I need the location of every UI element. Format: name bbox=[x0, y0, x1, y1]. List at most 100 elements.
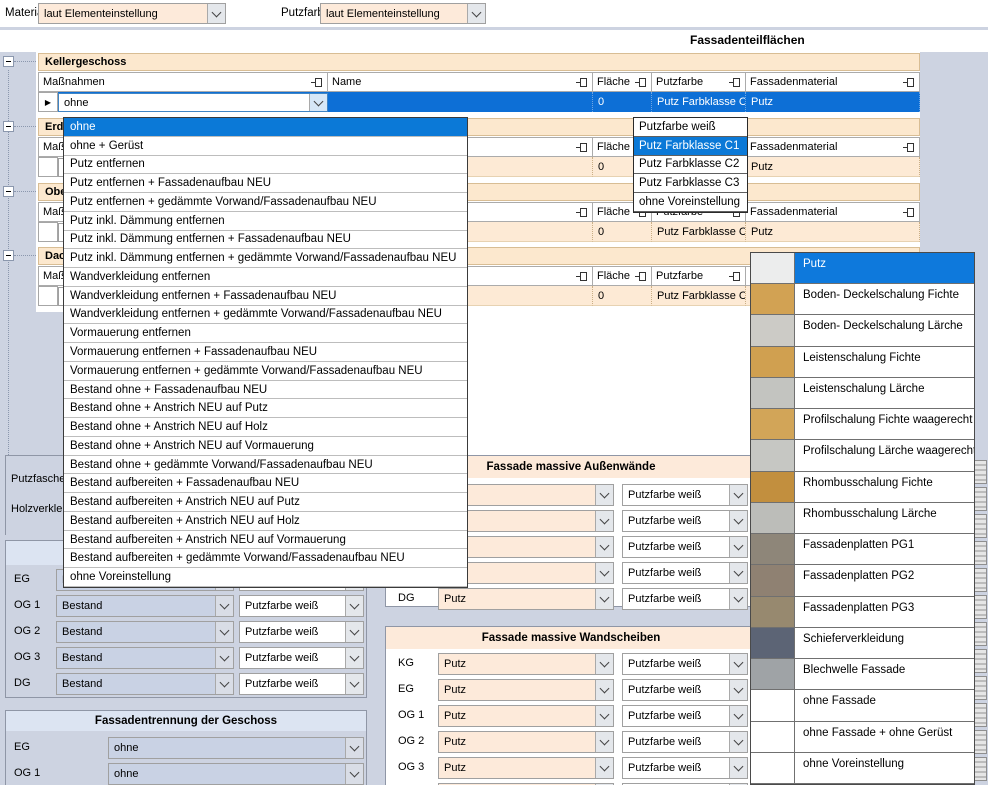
section-bar-kellergeschoss[interactable]: Kellergeschoss bbox=[38, 53, 920, 71]
floor-putzfarbe-dropdown[interactable]: Putzfarbe weiß bbox=[239, 673, 364, 695]
row-marker[interactable]: ▶ bbox=[38, 92, 58, 112]
aussenwand-putzfarbe-dropdown-button[interactable] bbox=[729, 485, 747, 505]
floor-massnahme-dropdown[interactable]: Bestand bbox=[56, 595, 234, 617]
pin-icon[interactable] bbox=[576, 207, 588, 218]
col-header-fassadenmaterial[interactable]: Fassadenmaterial bbox=[746, 202, 920, 222]
massnahmen-menu-item[interactable]: ohne + Gerüst bbox=[64, 137, 467, 156]
material-menu-item[interactable]: Leistenschalung Fichte bbox=[751, 347, 974, 378]
aussenwand-material-dropdown[interactable]: Putz bbox=[438, 588, 614, 610]
wandscheibe-putzfarbe-dropdown[interactable]: Putzfarbe weiß bbox=[622, 757, 748, 779]
material-menu-item[interactable]: Leistenschalung Lärche bbox=[751, 378, 974, 409]
massnahmen-menu-item[interactable]: Wandverkleidung entfernen + Fassadenaufb… bbox=[64, 287, 467, 306]
wandscheibe-material-dropdown-button[interactable] bbox=[595, 732, 613, 752]
massnahmen-menu-item[interactable]: Bestand aufbereiten + Anstrich NEU auf P… bbox=[64, 493, 467, 512]
putzfarbe-cell[interactable]: Putz Farbklasse C1 bbox=[652, 92, 746, 112]
row-marker[interactable] bbox=[38, 157, 58, 177]
flaeche-cell[interactable]: 0 bbox=[593, 92, 652, 112]
collapse-icon-obergeschoss[interactable] bbox=[3, 186, 14, 197]
wandscheibe-putzfarbe-dropdown[interactable]: Putzfarbe weiß bbox=[622, 679, 748, 701]
material-menu-item[interactable]: Schieferverkleidung bbox=[751, 628, 974, 659]
material-menu-item[interactable]: ohne Fassade bbox=[751, 690, 974, 721]
col-header-flche[interactable]: Fläche bbox=[593, 266, 652, 286]
wandscheibe-putzfarbe-dropdown-button[interactable] bbox=[729, 680, 747, 700]
wandscheibe-putzfarbe-dropdown-button[interactable] bbox=[729, 732, 747, 752]
floor-massnahme-dropdown-button[interactable] bbox=[215, 648, 233, 668]
massnahmen-menu-item[interactable]: Bestand aufbereiten + Anstrich NEU auf V… bbox=[64, 531, 467, 550]
aussenwand-putzfarbe-dropdown[interactable]: Putzfarbe weiß bbox=[622, 484, 748, 506]
massnahmen-menu-item[interactable]: Bestand aufbereiten + Anstrich NEU auf H… bbox=[64, 512, 467, 531]
wandscheibe-material-dropdown-button[interactable] bbox=[595, 758, 613, 778]
collapse-icon-erdgeschoss[interactable] bbox=[3, 121, 14, 132]
putzfarbe-menu-item[interactable]: Putz Farbklasse C3 bbox=[634, 174, 747, 193]
collapse-icon-dachgeschoss[interactable] bbox=[3, 250, 14, 261]
massnahmen-menu-item[interactable]: Putz inkl. Dämmung entfernen + gedämmte … bbox=[64, 249, 467, 268]
trennung-dropdown[interactable]: ohne bbox=[108, 737, 364, 759]
flaeche-cell[interactable]: 0 bbox=[593, 286, 652, 306]
massnahmen-menu-item[interactable]: Bestand ohne + Fassadenaufbau NEU bbox=[64, 381, 467, 400]
material-dropdown-button[interactable] bbox=[207, 4, 225, 23]
material-menu-item[interactable]: ohne Fassade + ohne Gerüst bbox=[751, 722, 974, 753]
aussenwand-material-dropdown-button[interactable] bbox=[595, 511, 613, 531]
wandscheibe-putzfarbe-dropdown[interactable]: Putzfarbe weiß bbox=[622, 705, 748, 727]
pin-icon[interactable] bbox=[635, 77, 647, 88]
aussenwand-putzfarbe-dropdown[interactable]: Putzfarbe weiß bbox=[622, 588, 748, 610]
wandscheibe-putzfarbe-dropdown-button[interactable] bbox=[729, 706, 747, 726]
putzfarbe-menu-item[interactable]: Putz Farbklasse C2 bbox=[634, 156, 747, 175]
material-dropdown[interactable]: laut Elementeinstellung bbox=[38, 3, 226, 24]
col-header-manahmen[interactable]: Maßnahmen bbox=[38, 72, 328, 92]
massnahmen-cell-dropdown-kellergeschoss[interactable]: ohne bbox=[58, 93, 328, 112]
massnahmen-menu-item[interactable]: Bestand aufbereiten + Fassadenaufbau NEU bbox=[64, 474, 467, 493]
collapse-icon-kellergeschoss[interactable] bbox=[3, 56, 14, 67]
wandscheibe-material-dropdown[interactable]: Putz bbox=[438, 731, 614, 753]
pin-icon[interactable] bbox=[576, 271, 588, 282]
material-menu-item[interactable]: Blechwelle Fassade bbox=[751, 659, 974, 690]
col-header-name[interactable]: Name bbox=[328, 72, 593, 92]
floor-massnahme-dropdown[interactable]: Bestand bbox=[56, 673, 234, 695]
massnahmen-menu-item[interactable]: ohne bbox=[64, 118, 467, 137]
pin-icon[interactable] bbox=[576, 142, 588, 153]
pin-icon[interactable] bbox=[729, 271, 741, 282]
aussenwand-material-dropdown-button[interactable] bbox=[595, 563, 613, 583]
pin-icon[interactable] bbox=[311, 77, 323, 88]
trennung-dropdown-button[interactable] bbox=[345, 738, 363, 758]
massnahmen-menu-item[interactable]: Vormauerung entfernen + Fassadenaufbau N… bbox=[64, 343, 467, 362]
wandscheibe-material-dropdown[interactable]: Putz bbox=[438, 705, 614, 727]
wandscheibe-putzfarbe-dropdown[interactable]: Putzfarbe weiß bbox=[622, 653, 748, 675]
massnahmen-menu-item[interactable]: Wandverkleidung entfernen bbox=[64, 268, 467, 287]
material-menu-item[interactable]: Fassadenplatten PG1 bbox=[751, 534, 974, 565]
wandscheibe-material-dropdown-button[interactable] bbox=[595, 654, 613, 674]
floor-putzfarbe-dropdown[interactable]: Putzfarbe weiß bbox=[239, 647, 364, 669]
massnahmen-menu-item[interactable]: Putz entfernen bbox=[64, 156, 467, 175]
wandscheibe-material-dropdown-button[interactable] bbox=[595, 706, 613, 726]
aussenwand-putzfarbe-dropdown[interactable]: Putzfarbe weiß bbox=[622, 510, 748, 532]
col-header-fassadenmaterial[interactable]: Fassadenmaterial bbox=[746, 137, 920, 157]
material-menu-item[interactable]: Boden- Deckelschalung Fichte bbox=[751, 284, 974, 315]
pin-icon[interactable] bbox=[903, 142, 915, 153]
massnahmen-menu-item[interactable]: Putz inkl. Dämmung entfernen bbox=[64, 212, 467, 231]
massnahmen-cell-dropdown-kellergeschoss-button[interactable] bbox=[309, 94, 327, 111]
massnahmen-menu-item[interactable]: Vormauerung entfernen + gedämmte Vorwand… bbox=[64, 362, 467, 381]
fassadenmaterial-cell[interactable]: Putz bbox=[746, 157, 920, 177]
putzfarbe-cell[interactable]: Putz Farbklasse C1 bbox=[652, 286, 746, 306]
aussenwand-putzfarbe-dropdown-button[interactable] bbox=[729, 511, 747, 531]
putzfarbe-menu-item[interactable]: Putz Farbklasse C1 bbox=[634, 137, 747, 156]
material-menu-item[interactable]: ohne Voreinstellung bbox=[751, 753, 974, 784]
massnahmen-menu-item[interactable]: Bestand ohne + Anstrich NEU auf Holz bbox=[64, 418, 467, 437]
aussenwand-putzfarbe-dropdown-button[interactable] bbox=[729, 589, 747, 609]
material-menu-item[interactable]: Boden- Deckelschalung Lärche bbox=[751, 315, 974, 346]
massnahmen-menu-item[interactable]: Bestand ohne + Anstrich NEU auf Putz bbox=[64, 399, 467, 418]
aussenwand-putzfarbe-dropdown[interactable]: Putzfarbe weiß bbox=[622, 562, 748, 584]
fassadenmaterial-cell[interactable]: Putz bbox=[746, 92, 920, 112]
massnahmen-menu-item[interactable]: Putz entfernen + Fassadenaufbau NEU bbox=[64, 174, 467, 193]
massnahmen-menu-item[interactable]: Bestand aufbereiten + gedämmte Vorwand/F… bbox=[64, 549, 467, 568]
wandscheibe-putzfarbe-dropdown-button[interactable] bbox=[729, 758, 747, 778]
floor-putzfarbe-dropdown-button[interactable] bbox=[345, 622, 363, 642]
massnahmen-menu-item[interactable]: Putz entfernen + gedämmte Vorwand/Fassad… bbox=[64, 193, 467, 212]
floor-putzfarbe-dropdown-button[interactable] bbox=[345, 596, 363, 616]
fassadenmaterial-cell[interactable]: Putz bbox=[746, 222, 920, 242]
floor-massnahme-dropdown[interactable]: Bestand bbox=[56, 647, 234, 669]
pin-icon[interactable] bbox=[903, 77, 915, 88]
putzfarbe-dropdown-button[interactable] bbox=[467, 4, 485, 23]
pin-icon[interactable] bbox=[903, 207, 915, 218]
floor-putzfarbe-dropdown-button[interactable] bbox=[345, 648, 363, 668]
